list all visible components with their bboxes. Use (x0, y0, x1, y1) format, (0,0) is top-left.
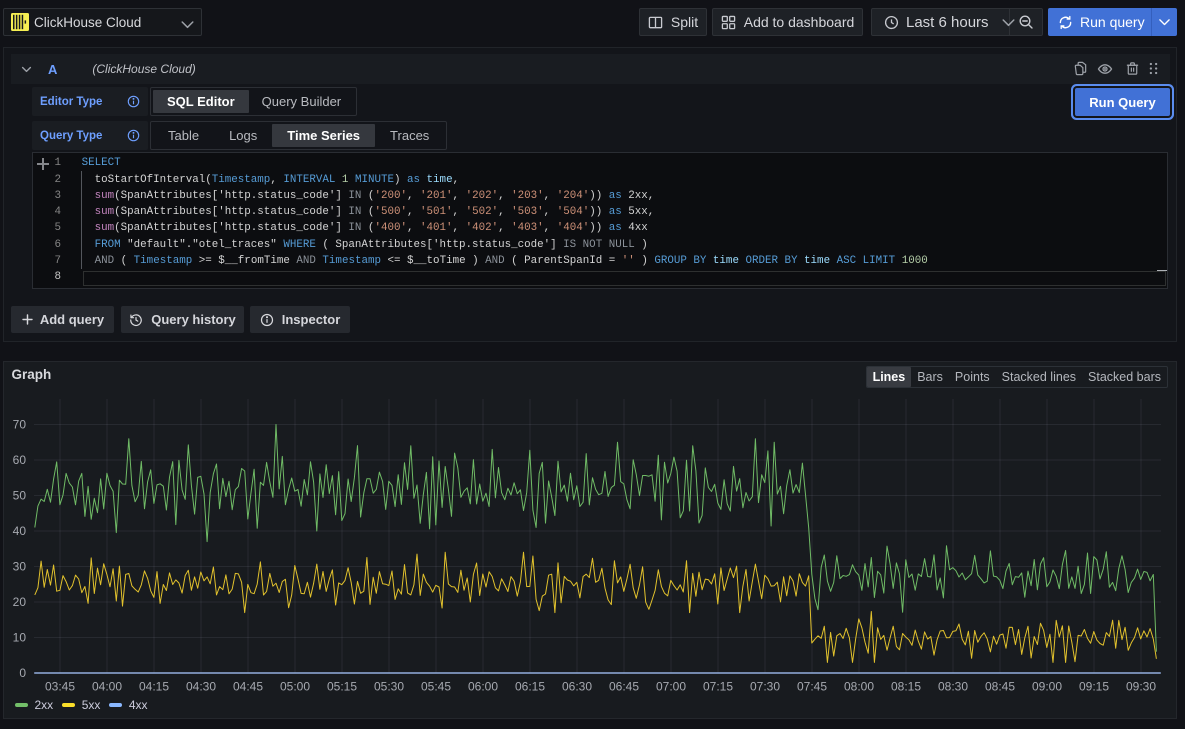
svg-text:20: 20 (13, 595, 27, 609)
svg-text:70: 70 (13, 418, 27, 432)
svg-text:08:00: 08:00 (844, 680, 874, 694)
svg-text:08:15: 08:15 (891, 680, 921, 694)
svg-text:08:45: 08:45 (985, 680, 1015, 694)
svg-text:06:45: 06:45 (609, 680, 639, 694)
svg-text:05:00: 05:00 (280, 680, 310, 694)
svg-text:06:15: 06:15 (515, 680, 545, 694)
svg-text:04:30: 04:30 (186, 680, 216, 694)
svg-text:07:30: 07:30 (750, 680, 780, 694)
svg-text:06:00: 06:00 (468, 680, 498, 694)
svg-text:40: 40 (13, 524, 27, 538)
svg-text:07:15: 07:15 (703, 680, 733, 694)
svg-text:04:00: 04:00 (92, 680, 122, 694)
svg-text:04:45: 04:45 (233, 680, 263, 694)
svg-text:05:30: 05:30 (374, 680, 404, 694)
svg-text:05:15: 05:15 (327, 680, 357, 694)
svg-text:03:45: 03:45 (45, 680, 75, 694)
svg-text:06:30: 06:30 (562, 680, 592, 694)
svg-text:09:15: 09:15 (1079, 680, 1109, 694)
svg-text:10: 10 (13, 631, 27, 645)
svg-text:07:45: 07:45 (797, 680, 827, 694)
svg-text:04:15: 04:15 (139, 680, 169, 694)
svg-text:0: 0 (19, 666, 26, 680)
svg-text:08:30: 08:30 (938, 680, 968, 694)
svg-text:60: 60 (13, 453, 27, 467)
svg-text:09:00: 09:00 (1032, 680, 1062, 694)
svg-text:09:30: 09:30 (1126, 680, 1156, 694)
svg-text:07:00: 07:00 (656, 680, 686, 694)
svg-text:50: 50 (13, 489, 27, 503)
svg-text:05:45: 05:45 (421, 680, 451, 694)
svg-text:30: 30 (13, 560, 27, 574)
